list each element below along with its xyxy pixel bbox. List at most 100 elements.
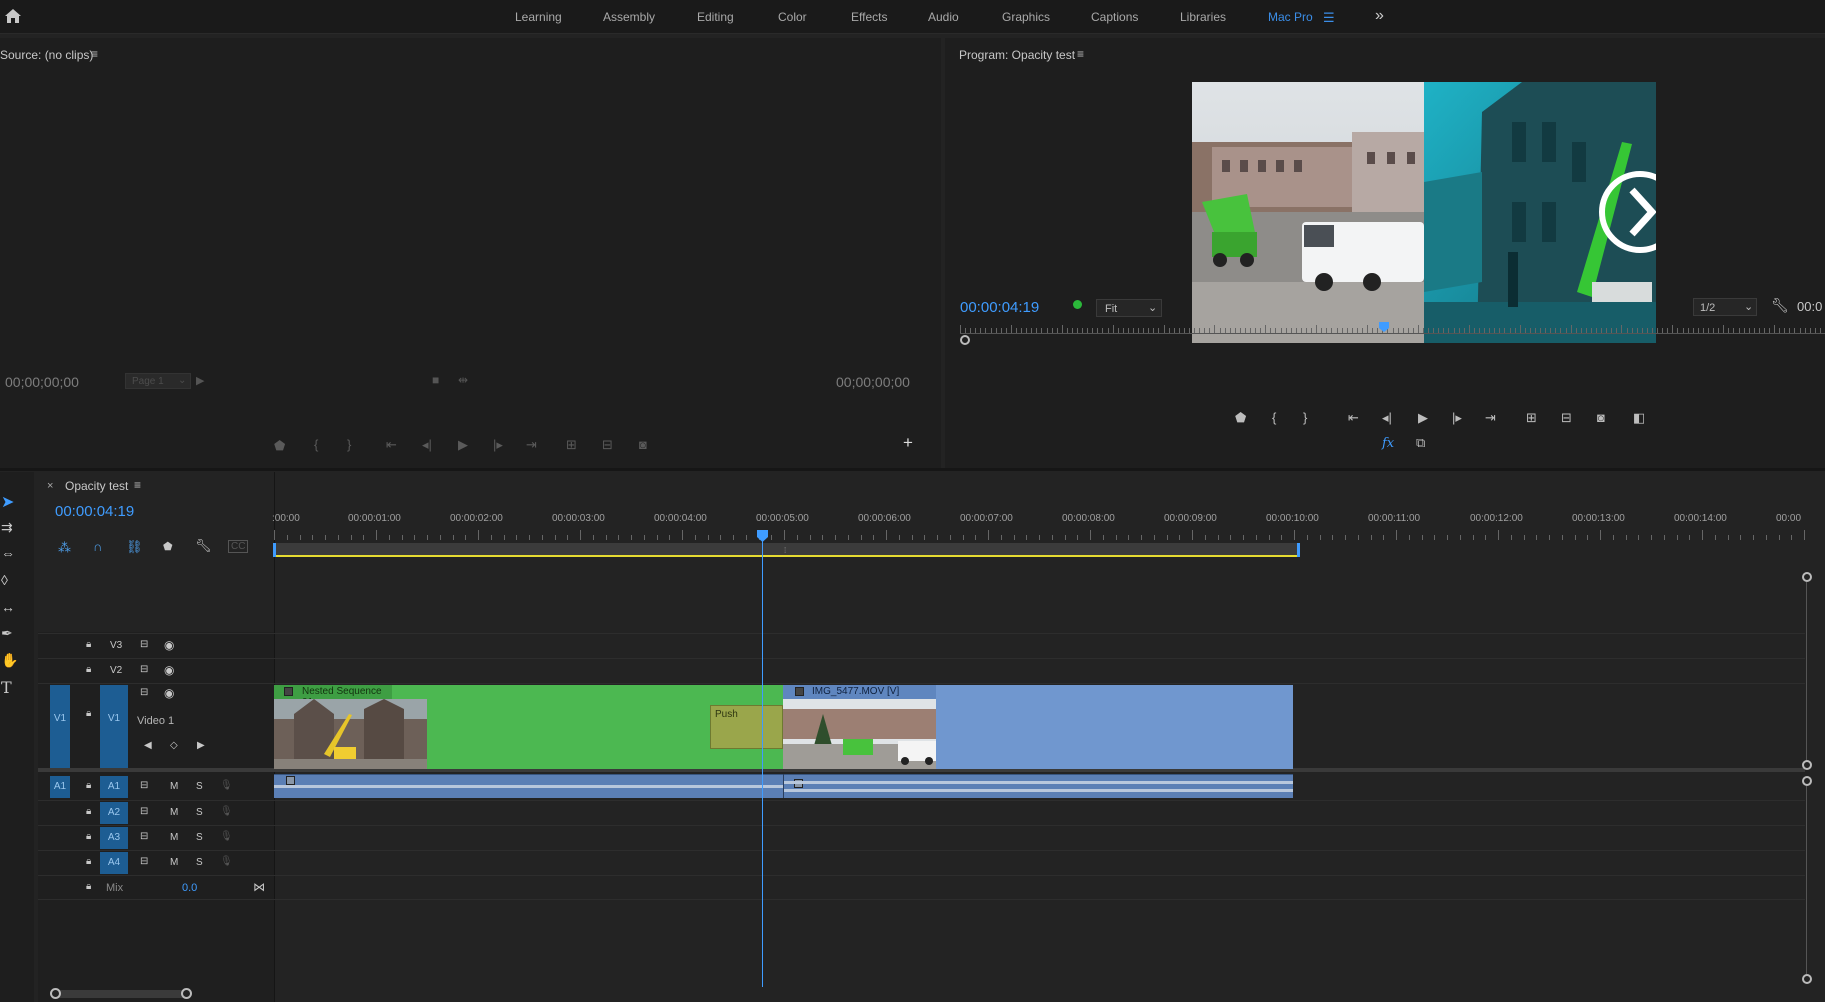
ripple-edit-tool-icon[interactable]: ⇔: [1, 545, 15, 561]
tab-effects[interactable]: Effects: [851, 10, 887, 24]
audio-vertical-zoom-handle[interactable]: [1802, 776, 1812, 786]
tab-editing[interactable]: Editing: [697, 10, 734, 24]
resolution-dropdown[interactable]: 1/2 ⌄: [1693, 298, 1757, 316]
work-area-grip-icon[interactable]: ⁞: [784, 546, 786, 555]
mix-volume-value[interactable]: 0.0: [182, 882, 197, 894]
home-icon[interactable]: [4, 8, 22, 24]
slip-tool-icon[interactable]: ↔: [1, 599, 15, 615]
clip-nested-sequence[interactable]: Nested Sequence 01 Push: [274, 685, 783, 769]
wrench-icon[interactable]: 🔧︎: [1771, 297, 1789, 314]
sync-lock-icon[interactable]: ⊟: [140, 806, 148, 817]
out-point-marker[interactable]: [1297, 543, 1300, 557]
go-to-out-icon[interactable]: ⇥: [526, 438, 537, 452]
eye-icon[interactable]: ◉: [164, 663, 174, 677]
tab-captions[interactable]: Captions: [1091, 10, 1138, 24]
go-to-in-icon[interactable]: ⇤: [1348, 411, 1359, 425]
prev-keyframe-icon[interactable]: ◀: [144, 740, 152, 751]
track-select-tool-icon[interactable]: ⇉: [1, 519, 13, 536]
lock-icon[interactable]: 🔒︎: [86, 856, 91, 867]
captions-icon[interactable]: CC: [228, 540, 249, 553]
track-target-a2[interactable]: A2: [100, 802, 128, 824]
program-time-ruler[interactable]: [960, 323, 1825, 333]
timeline-settings-wrench-icon[interactable]: 🔧︎: [195, 538, 212, 554]
snap-magnet-icon[interactable]: ∩: [93, 539, 102, 554]
zoom-handle-left[interactable]: [960, 335, 970, 345]
source-patch-v1[interactable]: V1: [50, 685, 70, 768]
fx-icon[interactable]: fx: [1382, 437, 1394, 451]
source-timecode-left[interactable]: 00;00;00;00: [5, 374, 79, 390]
sync-lock-icon[interactable]: ⊟: [140, 856, 148, 867]
program-menu-icon[interactable]: ≡: [1077, 47, 1084, 61]
timeline-playhead-line[interactable]: [761, 541, 763, 987]
tab-learning[interactable]: Learning: [515, 10, 562, 24]
tab-color[interactable]: Color: [778, 10, 807, 24]
zoom-handle-right[interactable]: [181, 988, 192, 999]
sequence-tab[interactable]: Opacity test: [65, 479, 128, 493]
sync-lock-icon[interactable]: ⊟: [140, 831, 148, 842]
microphone-icon[interactable]: 🎙︎: [220, 831, 233, 842]
play-icon[interactable]: ▶: [1418, 411, 1428, 425]
transition-push[interactable]: Push: [710, 705, 783, 749]
add-button-icon[interactable]: +: [903, 434, 913, 451]
track-label-v2[interactable]: V2: [110, 665, 122, 676]
double-chevron-right-icon[interactable]: »: [1375, 7, 1384, 25]
horizontal-zoom-bar[interactable]: [52, 990, 188, 998]
linked-selection-icon[interactable]: ⛓︎: [126, 539, 143, 555]
sequence-menu-icon[interactable]: ≡: [134, 478, 141, 492]
hamburger-menu-icon[interactable]: ☰: [1323, 10, 1335, 26]
tab-graphics[interactable]: Graphics: [1002, 10, 1050, 24]
insert-icon[interactable]: ⊞: [566, 438, 577, 452]
eye-icon[interactable]: ◉: [164, 686, 174, 700]
timeline-timecode[interactable]: 00:00:04:19: [55, 503, 134, 520]
microphone-icon[interactable]: 🎙︎: [220, 780, 233, 791]
mark-out-icon[interactable]: }: [1303, 411, 1307, 425]
source-patch-a1[interactable]: A1: [50, 776, 70, 798]
clip-audio-a1[interactable]: [274, 774, 1293, 798]
lock-icon[interactable]: 🔒︎: [86, 806, 91, 817]
track-target-v1[interactable]: V1: [100, 685, 128, 768]
step-back-icon[interactable]: ◂|: [1382, 411, 1392, 425]
nest-icon[interactable]: ⁂: [58, 540, 71, 556]
program-playhead[interactable]: [1378, 322, 1389, 332]
eye-icon[interactable]: ◉: [164, 638, 174, 652]
go-to-in-icon[interactable]: ⇤: [386, 438, 397, 452]
selection-tool-icon[interactable]: ➤: [1, 492, 14, 512]
tab-libraries[interactable]: Libraries: [1180, 10, 1226, 24]
step-forward-icon[interactable]: |▸: [493, 438, 503, 452]
sync-lock-icon[interactable]: ⊟: [140, 639, 148, 650]
add-keyframe-icon[interactable]: ◇: [170, 740, 178, 751]
vertical-zoom-handle[interactable]: [1802, 760, 1812, 770]
overwrite-icon[interactable]: ⊟: [602, 438, 613, 452]
tab-audio[interactable]: Audio: [928, 10, 959, 24]
lock-icon[interactable]: 🔒︎: [86, 780, 91, 791]
sync-lock-icon[interactable]: ⊟: [140, 780, 148, 791]
track-target-a3[interactable]: A3: [100, 827, 128, 849]
mark-out-icon[interactable]: }: [347, 438, 351, 452]
go-to-in-out-icon[interactable]: ⋈: [253, 880, 265, 894]
track-target-a4[interactable]: A4: [100, 852, 128, 874]
razor-tool-icon[interactable]: ◊: [1, 572, 8, 588]
step-forward-icon[interactable]: |▸: [1452, 411, 1462, 425]
in-point-marker[interactable]: [273, 543, 276, 557]
solo-button[interactable]: S: [196, 807, 203, 818]
mark-in-icon[interactable]: {: [314, 438, 318, 452]
lock-icon[interactable]: 🔒︎: [86, 639, 91, 650]
mute-button[interactable]: M: [170, 857, 178, 868]
square-icon[interactable]: ■: [432, 373, 439, 387]
mute-button[interactable]: M: [170, 807, 178, 818]
lock-icon[interactable]: 🔒︎: [86, 664, 91, 675]
lift-icon[interactable]: ⊞: [1526, 411, 1537, 425]
export-frame-icon[interactable]: ◙: [1597, 411, 1605, 425]
insert-arrows-icon[interactable]: ⇹: [458, 373, 468, 387]
lock-icon[interactable]: 🔒︎: [86, 831, 91, 842]
clip-img-5477[interactable]: IMG_5477.MOV [V]: [783, 685, 1293, 769]
fit-dropdown[interactable]: Fit ⌄: [1096, 299, 1162, 317]
next-keyframe-icon[interactable]: ▶: [197, 740, 205, 751]
extract-icon[interactable]: ⊟: [1561, 411, 1572, 425]
play-small-icon[interactable]: ▶: [196, 374, 204, 387]
lock-icon[interactable]: 🔒︎: [86, 881, 91, 892]
tab-assembly[interactable]: Assembly: [603, 10, 655, 24]
sync-lock-icon[interactable]: ⊟: [140, 664, 148, 675]
comparison-view-icon[interactable]: ◧: [1633, 411, 1645, 425]
source-menu-icon[interactable]: ≡: [91, 47, 98, 61]
